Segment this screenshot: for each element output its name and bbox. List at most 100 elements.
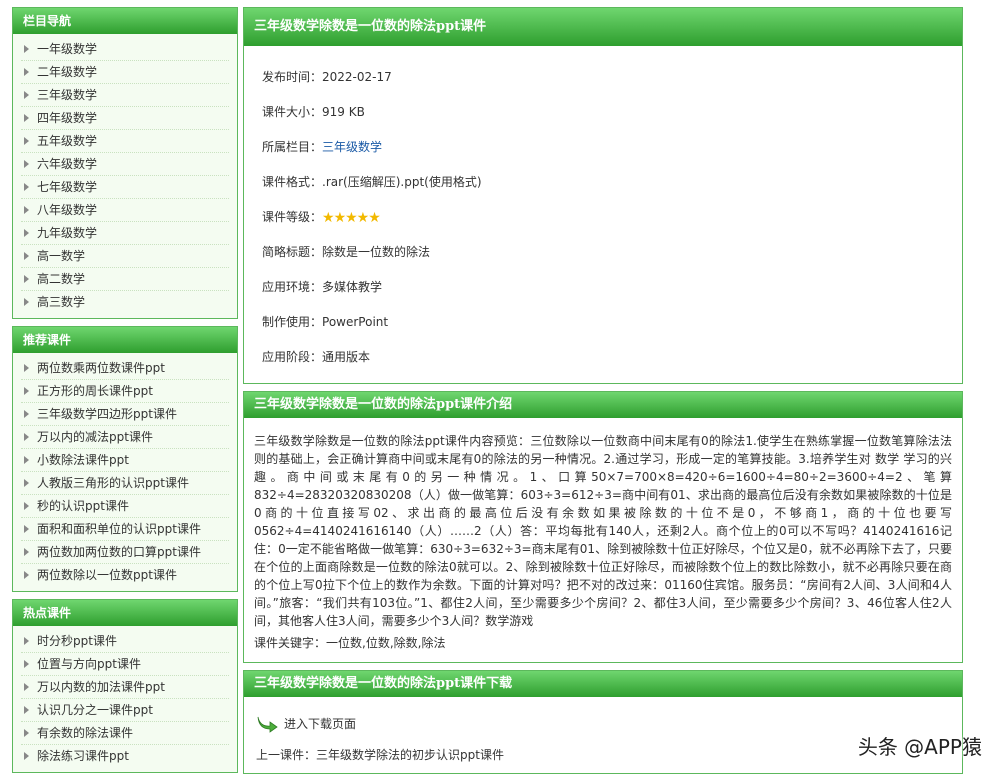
- recommend-box-title: 推荐课件: [13, 327, 237, 353]
- nav-item[interactable]: 九年级数学: [21, 222, 229, 245]
- download-link-label[interactable]: 进入下载页面: [284, 711, 356, 737]
- nav-item[interactable]: 七年级数学: [21, 176, 229, 199]
- recommend-item-label[interactable]: 人教版三角形的认识ppt课件: [37, 476, 189, 490]
- intro-title: 三年级数学除数是一位数的除法ppt课件介绍: [244, 392, 962, 418]
- recommend-item-label[interactable]: 小数除法课件ppt: [37, 453, 129, 467]
- hot-item[interactable]: 认识几分之一课件ppt: [21, 699, 229, 722]
- hot-item[interactable]: 万以内数的加法课件ppt: [21, 676, 229, 699]
- triangle-bullet-icon: [24, 387, 29, 395]
- intro-panel: 三年级数学除数是一位数的除法ppt课件介绍 三年级数学除数是一位数的除法ppt课…: [243, 391, 963, 663]
- nav-item-label[interactable]: 高三数学: [37, 295, 85, 309]
- nav-item-label[interactable]: 八年级数学: [37, 203, 97, 217]
- nav-item-label[interactable]: 六年级数学: [37, 157, 97, 171]
- recommend-item-label[interactable]: 两位数乘两位数课件ppt: [37, 361, 165, 375]
- triangle-bullet-icon: [24, 502, 29, 510]
- recommend-item-label[interactable]: 两位数加两位数的口算ppt课件: [37, 545, 201, 559]
- nav-item-label[interactable]: 五年级数学: [37, 134, 97, 148]
- triangle-bullet-icon: [24, 114, 29, 122]
- info-label: 课件等级：: [262, 210, 322, 224]
- info-value: .rar(压缩解压).ppt(使用格式): [322, 175, 482, 189]
- info-label: 发布时间：: [262, 70, 322, 84]
- hot-item[interactable]: 除法练习课件ppt: [21, 745, 229, 768]
- triangle-bullet-icon: [24, 183, 29, 191]
- hot-item[interactable]: 有余数的除法课件: [21, 722, 229, 745]
- triangle-bullet-icon: [24, 729, 29, 737]
- keywords: 课件关键字：一位数,位数,除数,除法: [254, 634, 952, 652]
- hot-item[interactable]: 时分秒ppt课件: [21, 630, 229, 653]
- recommend-item[interactable]: 面积和面积单位的认识ppt课件: [21, 518, 229, 541]
- info-value[interactable]: 三年级数学: [322, 140, 382, 154]
- nav-item[interactable]: 高三数学: [21, 291, 229, 314]
- nav-item[interactable]: 六年级数学: [21, 153, 229, 176]
- info-row: 简略标题：除数是一位数的除法: [262, 235, 944, 270]
- info-value: PowerPoint: [322, 315, 388, 329]
- nav-item-label[interactable]: 七年级数学: [37, 180, 97, 194]
- recommend-item[interactable]: 人教版三角形的认识ppt课件: [21, 472, 229, 495]
- nav-item[interactable]: 二年级数学: [21, 61, 229, 84]
- nav-item[interactable]: 五年级数学: [21, 130, 229, 153]
- recommend-item-label[interactable]: 面积和面积单位的认识ppt课件: [37, 522, 201, 536]
- hot-item-label[interactable]: 除法练习课件ppt: [37, 749, 129, 763]
- nav-item-label[interactable]: 高二数学: [37, 272, 85, 286]
- recommend-item[interactable]: 秒的认识ppt课件: [21, 495, 229, 518]
- info-row: 应用环境：多媒体教学: [262, 270, 944, 305]
- triangle-bullet-icon: [24, 752, 29, 760]
- triangle-bullet-icon: [24, 91, 29, 99]
- detail-panel: 三年级数学除数是一位数的除法ppt课件 发布时间：2022-02-17 课件大小：…: [243, 7, 963, 384]
- hot-item[interactable]: 位置与方向ppt课件: [21, 653, 229, 676]
- detail-title: 三年级数学除数是一位数的除法ppt课件: [244, 8, 962, 46]
- info-value: 多媒体教学: [322, 280, 382, 294]
- nav-item-label[interactable]: 一年级数学: [37, 42, 97, 56]
- hot-item-label[interactable]: 时分秒ppt课件: [37, 634, 117, 648]
- recommend-item-label[interactable]: 万以内的减法ppt课件: [37, 430, 153, 444]
- recommend-item[interactable]: 三年级数学四边形ppt课件: [21, 403, 229, 426]
- recommend-item-label[interactable]: 两位数除以一位数ppt课件: [37, 568, 177, 582]
- nav-item-label[interactable]: 四年级数学: [37, 111, 97, 125]
- triangle-bullet-icon: [24, 433, 29, 441]
- nav-item[interactable]: 高一数学: [21, 245, 229, 268]
- nav-item-label[interactable]: 九年级数学: [37, 226, 97, 240]
- hot-item-label[interactable]: 位置与方向ppt课件: [37, 657, 141, 671]
- hot-item-label[interactable]: 万以内数的加法课件ppt: [37, 680, 165, 694]
- nav-item-label[interactable]: 二年级数学: [37, 65, 97, 79]
- triangle-bullet-icon: [24, 229, 29, 237]
- info-row: 课件等级：★★★★★: [262, 200, 944, 235]
- prev-courseware-link[interactable]: 三年级数学除法的初步认识ppt课件: [316, 748, 504, 762]
- info-value: 919 KB: [322, 105, 365, 119]
- download-link[interactable]: 进入下载页面: [256, 711, 950, 737]
- nav-item-label[interactable]: 三年级数学: [37, 88, 97, 102]
- recommend-item[interactable]: 两位数加两位数的口算ppt课件: [21, 541, 229, 564]
- nav-item[interactable]: 三年级数学: [21, 84, 229, 107]
- recommend-item[interactable]: 两位数除以一位数ppt课件: [21, 564, 229, 587]
- info-row: 发布时间：2022-02-17: [262, 60, 944, 95]
- recommend-item[interactable]: 正方形的周长课件ppt: [21, 380, 229, 403]
- recommend-item-label[interactable]: 正方形的周长课件ppt: [37, 384, 153, 398]
- download-title: 三年级数学除数是一位数的除法ppt课件下载: [244, 671, 962, 697]
- download-body: 进入下载页面 上一课件：三年级数学除法的初步认识ppt课件: [244, 697, 962, 773]
- hot-item-label[interactable]: 有余数的除法课件: [37, 726, 133, 740]
- triangle-bullet-icon: [24, 683, 29, 691]
- triangle-bullet-icon: [24, 68, 29, 76]
- triangle-bullet-icon: [24, 637, 29, 645]
- triangle-bullet-icon: [24, 364, 29, 372]
- main-content: 三年级数学除数是一位数的除法ppt课件 发布时间：2022-02-17 课件大小：…: [243, 7, 963, 779]
- triangle-bullet-icon: [24, 525, 29, 533]
- triangle-bullet-icon: [24, 252, 29, 260]
- hot-item-label[interactable]: 认识几分之一课件ppt: [37, 703, 153, 717]
- recommend-item[interactable]: 万以内的减法ppt课件: [21, 426, 229, 449]
- recommend-item[interactable]: 小数除法课件ppt: [21, 449, 229, 472]
- sidebar: 栏目导航 一年级数学二年级数学三年级数学四年级数学五年级数学六年级数学七年级数学…: [12, 7, 238, 779]
- nav-item[interactable]: 一年级数学: [21, 38, 229, 61]
- recommend-item[interactable]: 两位数乘两位数课件ppt: [21, 357, 229, 380]
- nav-item-label[interactable]: 高一数学: [37, 249, 85, 263]
- hot-box-title: 热点课件: [13, 600, 237, 626]
- nav-item[interactable]: 八年级数学: [21, 199, 229, 222]
- info-label: 制作使用：: [262, 315, 322, 329]
- triangle-bullet-icon: [24, 660, 29, 668]
- recommend-item-label[interactable]: 秒的认识ppt课件: [37, 499, 129, 513]
- nav-item[interactable]: 高二数学: [21, 268, 229, 291]
- info-label: 应用环境：: [262, 280, 322, 294]
- info-label: 课件大小：: [262, 105, 322, 119]
- recommend-item-label[interactable]: 三年级数学四边形ppt课件: [37, 407, 177, 421]
- nav-item[interactable]: 四年级数学: [21, 107, 229, 130]
